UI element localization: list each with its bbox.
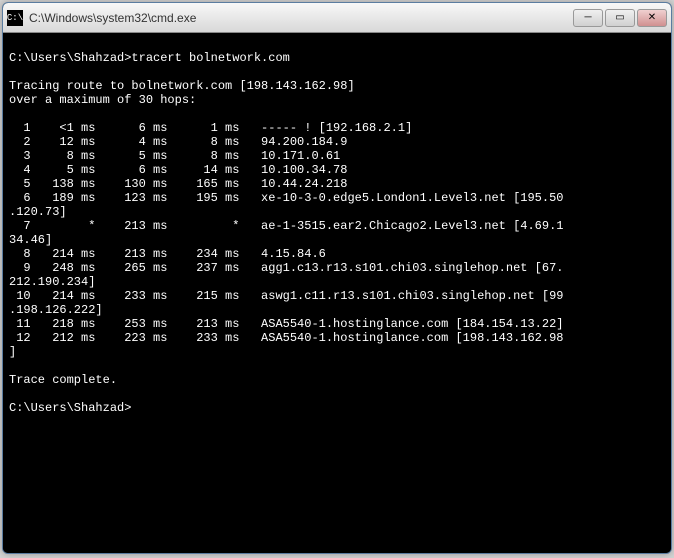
trace-header-2: over a maximum of 30 hops:	[9, 93, 196, 107]
console-output[interactable]: C:\Users\Shahzad>tracert bolnetwork.com …	[3, 33, 671, 553]
window-controls: ─ ▭ ✕	[573, 9, 667, 27]
cmd-window: C:\ C:\Windows\system32\cmd.exe ─ ▭ ✕ C:…	[2, 2, 672, 554]
prompt: C:\Users\Shahzad>	[9, 51, 131, 65]
command-text: tracert bolnetwork.com	[131, 51, 289, 65]
maximize-button[interactable]: ▭	[605, 9, 635, 27]
close-button[interactable]: ✕	[637, 9, 667, 27]
hops-list: 1 <1 ms 6 ms 1 ms ----- ! [192.168.2.1] …	[9, 121, 665, 359]
window-title: C:\Windows\system32\cmd.exe	[29, 11, 573, 25]
titlebar[interactable]: C:\ C:\Windows\system32\cmd.exe ─ ▭ ✕	[3, 3, 671, 33]
trace-complete: Trace complete.	[9, 373, 117, 387]
minimize-button[interactable]: ─	[573, 9, 603, 27]
prompt: C:\Users\Shahzad>	[9, 401, 131, 415]
trace-header-1: Tracing route to bolnetwork.com [198.143…	[9, 79, 355, 93]
cmd-icon: C:\	[7, 10, 23, 26]
